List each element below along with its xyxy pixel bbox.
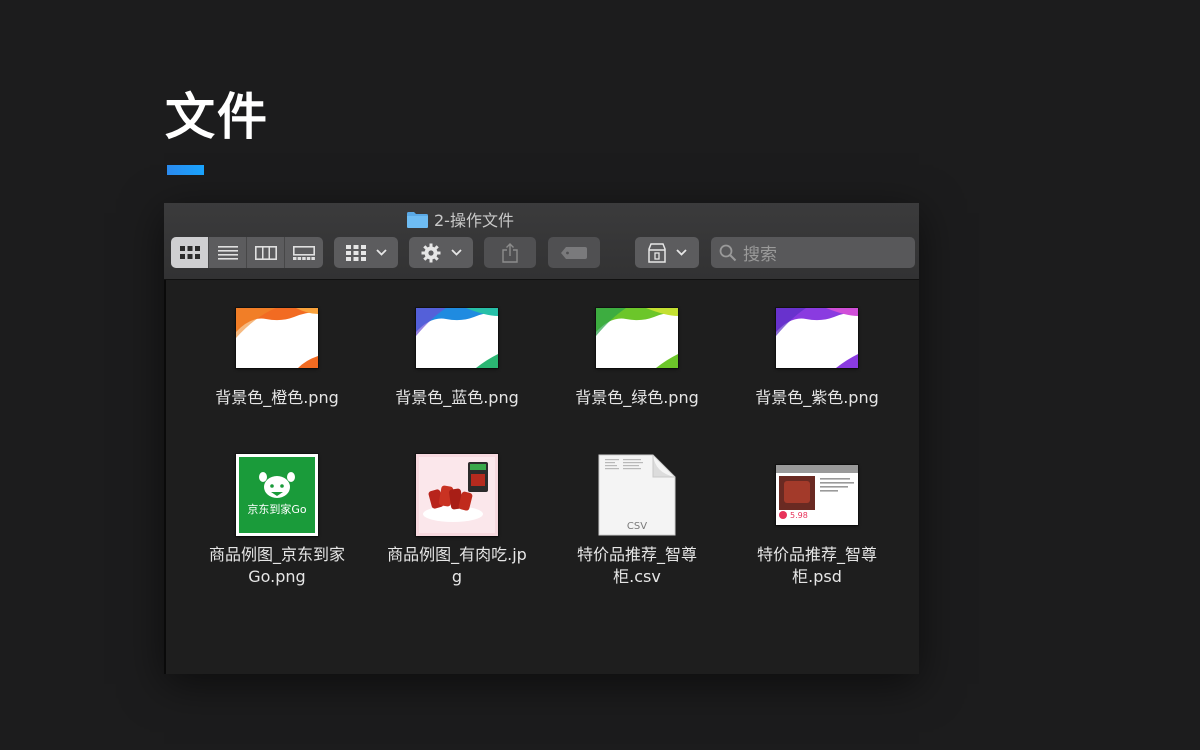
group-by-button[interactable] (334, 237, 398, 268)
group-grid-icon (345, 244, 366, 261)
page: 文件 2-操作文件 搜索 背景色_橙色.png 背景色_蓝色.png 背景色_绿… (0, 0, 1200, 750)
page-title: 文件 (165, 88, 269, 146)
file-name: 背景色_橙色.png (215, 388, 339, 407)
gallery-view-button[interactable] (285, 237, 323, 268)
icon-view-icon (179, 245, 200, 259)
file-item[interactable]: 商品例图_有肉吃.jpg (372, 450, 542, 588)
jd-go-logo-thumbnail: 京东到家Go (236, 454, 318, 536)
gallery-view-icon (293, 245, 315, 260)
promo-price: 5.98 (790, 511, 808, 520)
chevron-down-icon (450, 249, 462, 256)
storage-icon (647, 242, 666, 263)
file-thumbnail-area: 京东到家Go (192, 450, 362, 540)
file-thumbnail-area: CSV (552, 450, 722, 540)
search-placeholder: 搜索 (743, 245, 777, 265)
file-name: 背景色_绿色.png (575, 388, 699, 407)
chevron-down-icon (375, 249, 387, 256)
file-name: 背景色_蓝色.png (395, 388, 519, 407)
purple-background-thumbnail (776, 308, 858, 368)
file-thumbnail-area (372, 450, 542, 540)
file-item[interactable]: 背景色_紫色.png (732, 293, 902, 409)
file-name: 特价品推荐_智尊柜.psd (756, 545, 877, 586)
search-field[interactable]: 搜索 (711, 237, 915, 268)
file-item[interactable]: 背景色_绿色.png (552, 293, 722, 409)
file-icon-grid: 背景色_橙色.png 背景色_蓝色.png 背景色_绿色.png 背景色_紫色.… (164, 280, 919, 674)
folder-icon (407, 211, 428, 228)
orange-background-thumbnail (236, 308, 318, 368)
title-accent-bar (167, 165, 204, 175)
file-thumbnail-area (732, 293, 902, 383)
window-title: 2-操作文件 (407, 208, 514, 230)
finder-toolbar: 2-操作文件 搜索 (164, 203, 919, 280)
file-name: 商品例图_有肉吃.jpg (387, 545, 527, 586)
file-name: 背景色_紫色.png (755, 388, 879, 407)
column-view-button[interactable] (247, 237, 285, 268)
file-item[interactable]: 背景色_橙色.png (192, 293, 362, 409)
file-name: 特价品推荐_智尊柜.csv (576, 545, 697, 586)
file-item[interactable]: 5.98 特价品推荐_智尊柜.psd (732, 450, 902, 588)
file-item[interactable]: 京东到家Go 商品例图_京东到家Go.png (192, 450, 362, 588)
file-thumbnail-area (372, 293, 542, 383)
view-mode-control (171, 237, 323, 268)
file-thumbnail-area (192, 293, 362, 383)
csv-document-icon: CSV (598, 454, 676, 536)
meat-product-photo-thumbnail (416, 454, 498, 536)
file-item[interactable]: 背景色_蓝色.png (372, 293, 542, 409)
icon-view-button[interactable] (171, 237, 209, 268)
file-item[interactable]: CSV 特价品推荐_智尊柜.csv (552, 450, 722, 588)
list-view-button[interactable] (209, 237, 247, 268)
share-icon (502, 242, 518, 263)
tag-button[interactable] (548, 237, 600, 268)
search-icon (719, 244, 737, 261)
window-title-text: 2-操作文件 (434, 211, 514, 230)
tag-icon (561, 246, 587, 259)
file-thumbnail-area: 5.98 (732, 450, 902, 540)
gear-icon (421, 243, 440, 262)
column-view-icon (254, 245, 277, 260)
chevron-down-icon (675, 249, 687, 256)
jd-go-logo-text: 京东到家Go (247, 502, 307, 516)
file-thumbnail-area (552, 293, 722, 383)
blue-background-thumbnail (416, 308, 498, 368)
promo-card-thumbnail: 5.98 (776, 465, 858, 525)
csv-badge: CSV (627, 521, 647, 532)
action-menu-button[interactable] (409, 237, 473, 268)
finder-window: 2-操作文件 搜索 背景色_橙色.png 背景色_蓝色.png 背景色_绿色.p… (164, 203, 919, 674)
share-button[interactable] (484, 237, 536, 268)
file-name: 商品例图_京东到家Go.png (208, 545, 345, 586)
list-view-icon (217, 245, 238, 260)
green-background-thumbnail (596, 308, 678, 368)
storage-button[interactable] (635, 237, 699, 268)
